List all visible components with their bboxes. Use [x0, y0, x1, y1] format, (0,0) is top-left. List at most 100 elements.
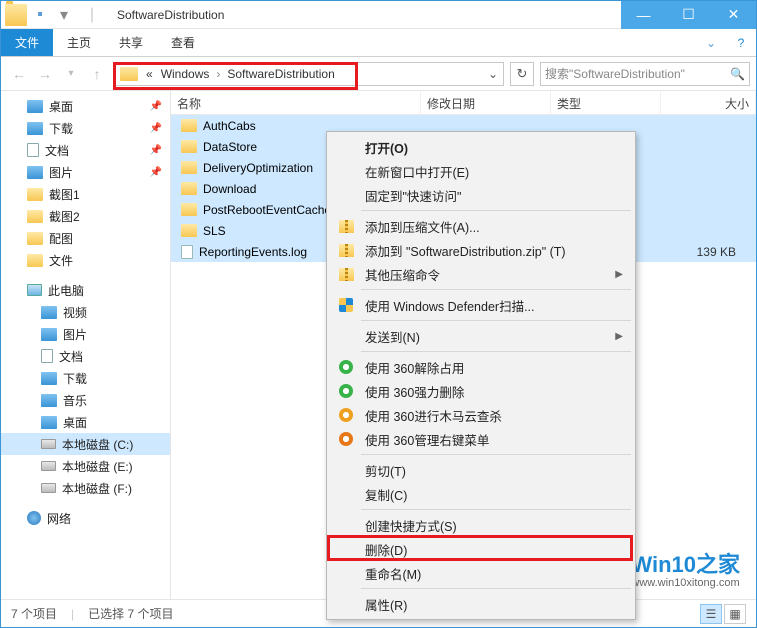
- menu-item[interactable]: 添加到压缩文件(A)...: [329, 214, 633, 238]
- sidebar-item-label: 本地磁盘 (C:): [62, 436, 133, 453]
- sidebar-item-thispc[interactable]: 此电脑: [1, 279, 170, 301]
- col-date[interactable]: 修改日期: [421, 91, 551, 114]
- qat-dropdown-icon[interactable]: ▾: [53, 4, 75, 26]
- menu-item[interactable]: 使用 360强力删除: [329, 379, 633, 403]
- sidebar-item-label: 文档: [45, 142, 69, 159]
- sidebar-item[interactable]: 音乐: [1, 389, 170, 411]
- sidebar-item[interactable]: 文档📌: [1, 139, 170, 161]
- folder-icon: [27, 122, 43, 135]
- sidebar-item[interactable]: 本地磁盘 (F:): [1, 477, 170, 499]
- window-controls: ― ☐ ✕: [621, 1, 756, 29]
- view-details-button[interactable]: ☰: [700, 604, 722, 624]
- sidebar-item[interactable]: 截图2: [1, 205, 170, 227]
- folder-icon: [27, 188, 43, 201]
- sidebar-item-label: 文件: [49, 252, 73, 269]
- menu-item[interactable]: 在新窗口中打开(E): [329, 159, 633, 183]
- window-title: SoftwareDistribution: [117, 8, 224, 22]
- sidebar-item-label: 视频: [63, 304, 87, 321]
- tab-share[interactable]: 共享: [105, 29, 157, 56]
- menu-item[interactable]: 使用 360解除占用: [329, 355, 633, 379]
- menu-item[interactable]: 复制(C): [329, 482, 633, 506]
- menu-item-label: 创建快捷方式(S): [365, 516, 457, 535]
- sidebar-item[interactable]: 桌面📌: [1, 95, 170, 117]
- sidebar-item[interactable]: 图片📌: [1, 161, 170, 183]
- menu-separator: [361, 588, 631, 589]
- menu-item-label: 打开(O): [365, 138, 408, 157]
- folder-icon: [27, 143, 39, 157]
- chevron-right-icon[interactable]: ›: [213, 67, 223, 81]
- tab-home[interactable]: 主页: [53, 29, 105, 56]
- sidebar-item[interactable]: 图片: [1, 323, 170, 345]
- sidebar-item[interactable]: 下载: [1, 367, 170, 389]
- watermark-title: Win10之家: [631, 553, 740, 577]
- menu-separator: [361, 454, 631, 455]
- breadcrumb[interactable]: Windows: [157, 67, 214, 81]
- folder-icon: [27, 100, 43, 113]
- sidebar-item[interactable]: 配图: [1, 227, 170, 249]
- minimize-button[interactable]: ―: [621, 1, 666, 29]
- folder-icon: [181, 140, 197, 153]
- menu-item[interactable]: 添加到 "SoftwareDistribution.zip" (T): [329, 238, 633, 262]
- folder-icon: [5, 4, 27, 26]
- sidebar-item-label: 截图2: [49, 208, 80, 225]
- sidebar-item-label: 配图: [49, 230, 73, 247]
- close-button[interactable]: ✕: [711, 1, 756, 29]
- address-bar[interactable]: « Windows › SoftwareDistribution ⌄: [115, 62, 504, 86]
- archive-icon: [337, 265, 355, 283]
- sidebar-item[interactable]: 本地磁盘 (E:): [1, 455, 170, 477]
- col-name[interactable]: 名称: [171, 91, 421, 114]
- maximize-button[interactable]: ☐: [666, 1, 711, 29]
- pin-icon: 📌: [150, 167, 162, 178]
- sidebar-item[interactable]: 截图1: [1, 183, 170, 205]
- folder-icon: [181, 161, 197, 174]
- chevron-right-icon: ▶: [615, 269, 623, 280]
- menu-item[interactable]: 固定到"快速访问": [329, 183, 633, 207]
- up-button[interactable]: ↑: [85, 62, 109, 86]
- quick-access-toolbar: ▪ ▾ |: [1, 4, 111, 26]
- col-type[interactable]: 类型: [551, 91, 661, 114]
- tab-view[interactable]: 查看: [157, 29, 209, 56]
- file-tab[interactable]: 文件: [1, 29, 53, 56]
- help-icon[interactable]: ?: [726, 29, 756, 56]
- sidebar-item-label: 音乐: [63, 392, 87, 409]
- sidebar-item[interactable]: 桌面: [1, 411, 170, 433]
- breadcrumb[interactable]: SoftwareDistribution: [223, 67, 338, 81]
- ribbon-expand-icon[interactable]: ⌄: [696, 29, 726, 56]
- sidebar-item-label: 本地磁盘 (E:): [62, 458, 133, 475]
- folder-icon: [41, 306, 57, 319]
- menu-item[interactable]: 使用 Windows Defender扫描...: [329, 293, 633, 317]
- menu-item[interactable]: 属性(R): [329, 592, 633, 616]
- context-menu: 打开(O) 在新窗口中打开(E)固定到"快速访问" 添加到压缩文件(A)...添加到…: [326, 131, 636, 620]
- sidebar-item[interactable]: 视频: [1, 301, 170, 323]
- col-size[interactable]: 大小: [661, 91, 756, 114]
- address-dropdown-icon[interactable]: ⌄: [483, 67, 503, 81]
- menu-item[interactable]: 使用 360管理右键菜单: [329, 427, 633, 451]
- sidebar-item[interactable]: 下载📌: [1, 117, 170, 139]
- menu-item[interactable]: 其他压缩命令 ▶: [329, 262, 633, 286]
- search-input[interactable]: 搜索"SoftwareDistribution" 🔍: [540, 62, 750, 86]
- sidebar-item[interactable]: 文档: [1, 345, 170, 367]
- menu-item[interactable]: 使用 360进行木马云查杀: [329, 403, 633, 427]
- refresh-button[interactable]: ↻: [510, 62, 534, 86]
- menu-item-label: 删除(D): [365, 540, 407, 559]
- menu-item-label: 使用 360进行木马云查杀: [365, 406, 502, 425]
- menu-item[interactable]: 重命名(M): [329, 561, 633, 585]
- navigation-pane[interactable]: 桌面📌下载📌文档📌图片📌截图1截图2配图文件此电脑视频图片文档下载音乐桌面本地磁…: [1, 91, 171, 599]
- sidebar-item[interactable]: 文件: [1, 249, 170, 271]
- menu-item[interactable]: 创建快捷方式(S): [329, 513, 633, 537]
- menu-item[interactable]: 发送到(N)▶: [329, 324, 633, 348]
- recent-dropdown-icon[interactable]: ▾: [59, 62, 83, 86]
- search-placeholder: 搜索"SoftwareDistribution": [545, 65, 685, 82]
- sidebar-item-network[interactable]: 网络: [1, 507, 170, 529]
- sidebar-item[interactable]: 本地磁盘 (C:): [1, 433, 170, 455]
- sidebar-item-label: 桌面: [63, 414, 87, 431]
- menu-item[interactable]: 删除(D): [329, 537, 633, 561]
- menu-item-label: 其他压缩命令: [365, 265, 440, 284]
- menu-item[interactable]: 打开(O): [329, 135, 633, 159]
- menu-item[interactable]: 剪切(T): [329, 458, 633, 482]
- column-headers[interactable]: 名称 修改日期 类型 大小: [171, 91, 756, 115]
- back-button[interactable]: ←: [7, 62, 31, 86]
- forward-button[interactable]: →: [33, 62, 57, 86]
- qat-button[interactable]: ▪: [29, 4, 51, 26]
- view-icons-button[interactable]: ▦: [724, 604, 746, 624]
